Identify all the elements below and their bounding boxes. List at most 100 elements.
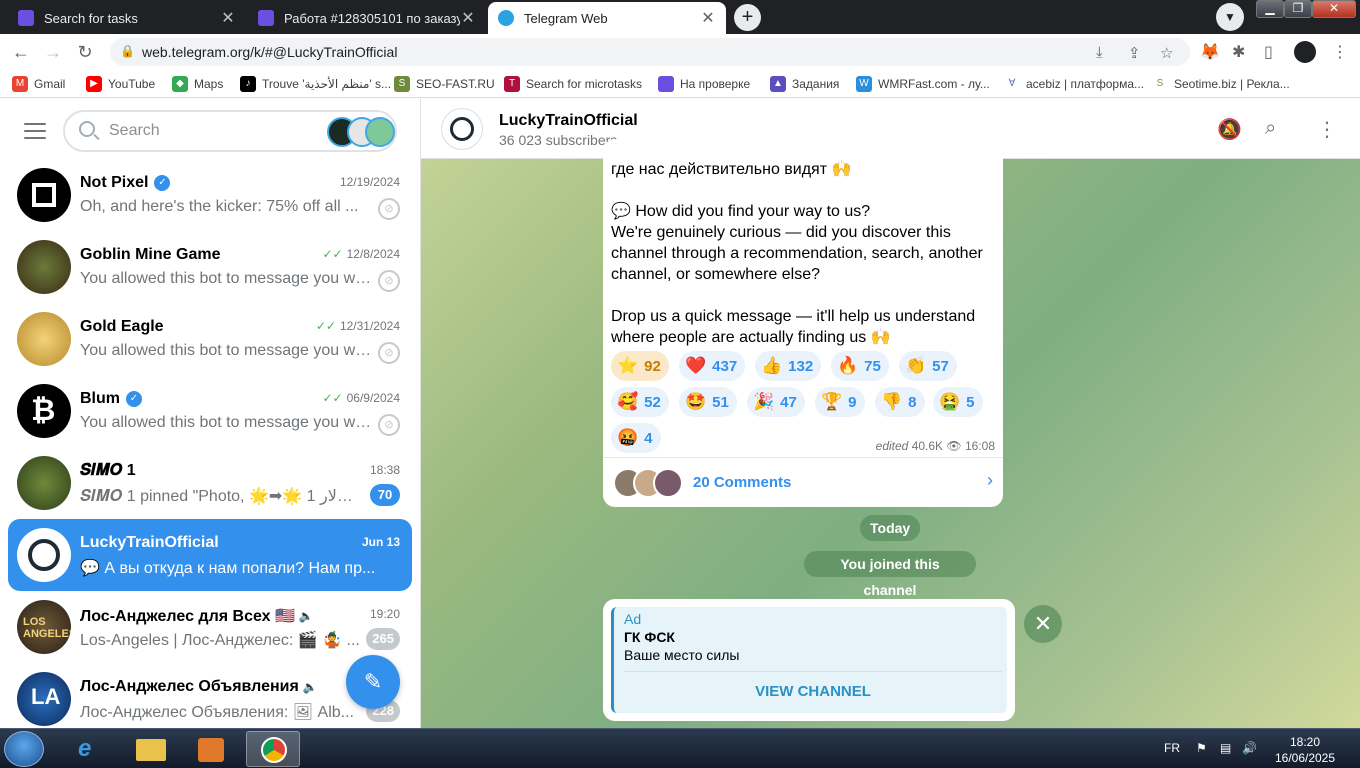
chat-item-luckytrain[interactable]: LuckyTrainOfficial Jun 13 💬 А вы откуда … [8,519,412,591]
story-avatar[interactable] [365,117,395,147]
system-clock[interactable]: 18:20 16/06/2025 [1270,734,1340,766]
reaction-trophy[interactable]: 🏆 9 [815,387,865,417]
side-panel-icon[interactable]: ▯ [1264,42,1273,62]
reaction-thumbs-down[interactable]: 👎 8 [875,387,925,417]
view-count: 40.6K [911,439,944,453]
post-cta: Drop us a quick message — it'll help us … [611,308,976,346]
bookmark-gmail[interactable]: M Gmail [12,75,65,93]
chat-date: 12/19/2024 [339,175,400,189]
reaction-angry[interactable]: 🤬 4 [611,423,661,453]
share-icon[interactable]: ⇪ [1128,44,1141,62]
chevron-right-icon[interactable]: › [987,470,993,491]
bookmark-acebiz[interactable]: ∀ acebiz | платформа... [1004,75,1144,93]
chat-name: Gold Eagle [80,318,164,335]
tab-close-icon[interactable]: ✕ [700,8,716,28]
pin-icon: ⊘ [378,270,400,292]
reaction-party[interactable]: 🎉 47 [747,387,805,417]
language-indicator[interactable]: FR [1164,741,1180,755]
ad-title: ГК ФСК [624,629,675,645]
start-button[interactable] [4,731,44,767]
post-meta: edited 40.6K 👁 16:08 [876,439,995,453]
bookmark-youtube[interactable]: ▶ YouTube [86,75,155,93]
date-separator: Today [860,515,920,541]
comments-count[interactable]: 20 Comments [693,474,791,491]
bookmark-maps[interactable]: ◆ Maps [172,75,223,93]
reaction-star-struck[interactable]: 🤩 51 [679,387,737,417]
chat-date: ✓✓ 12/8/2024 [322,247,401,261]
tab-telegram-web[interactable]: Telegram Web ✕ [488,2,726,34]
bookmark-trouve[interactable]: ♪ Trouve 'منظم الأحذية' s... [240,75,391,93]
network-flag-icon[interactable]: ⚑ [1196,741,1207,755]
reaction-love[interactable]: 🥰 52 [611,387,669,417]
browser-menu-icon[interactable]: ⋮ [1332,42,1348,62]
lock-icon[interactable]: 🔒 [120,44,135,58]
new-tab-button[interactable]: + [734,4,761,31]
reaction-vomit[interactable]: 🤮 5 [933,387,983,417]
tab-close-icon[interactable]: ✕ [220,8,236,28]
tab-favicon [258,10,274,26]
chat-name: Лос-Анджелес для Всех 🇺🇸 🔈 [80,608,314,625]
tab-work-order[interactable]: Работа #128305101 по заказу «Г ✕ [248,2,486,34]
metamask-extension-icon[interactable]: 🦊 [1200,42,1220,62]
close-ad-icon[interactable]: ✕ [1024,605,1062,643]
chat-item-gold-eagle[interactable]: Gold Eagle ✓✓ 12/31/2024 You allowed this… [8,303,412,375]
bookmark-seotime[interactable]: S Seotime.biz | Рекла... [1152,75,1290,93]
hamburger-menu-icon[interactable] [24,123,46,139]
sponsored-message: Ad ГК ФСК Ваше место силы VIEW CHANNEL [603,599,1015,721]
file-explorer-icon[interactable] [124,731,178,767]
chat-item-la-dlya-vseh[interactable]: LOS ANGELES Лос-Анджелес для Всех 🇺🇸 🔈 19:… [8,591,412,663]
chat-item-blum[interactable]: ₿ Blum ✓ ✓✓ 06/9/2024 You allowed this bot… [8,375,412,447]
network-icon[interactable]: ▤ [1220,741,1231,755]
search-icon[interactable]: ⌕ [1265,117,1276,140]
internet-explorer-icon[interactable]: e [64,731,118,767]
commenter-avatar [653,468,683,498]
subscriber-count: 36 023 subscribers [499,132,618,148]
minimize-button[interactable]: ▁ [1256,0,1284,18]
tab-close-icon[interactable]: ✕ [460,8,476,28]
volume-icon[interactable]: 🔊 [1242,741,1257,755]
verified-badge-icon: ✓ [126,391,142,407]
seo-fast-icon: S [394,76,410,92]
new-message-pencil-button[interactable]: ✎ [346,655,400,709]
bookmark-zadaniya[interactable]: ▲ Задания [770,75,839,93]
chrome-taskbar-icon[interactable] [246,731,300,767]
tab-search-chevron-icon[interactable]: ▼ [1216,3,1244,31]
ad-card[interactable]: Ad ГК ФСК Ваше место силы VIEW CHANNEL [611,607,1007,713]
url-text[interactable]: web.telegram.org/k/#@LuckyTrainOfficial [142,44,397,60]
browser-toolbar: ← → ↻ 🔒 web.telegram.org/k/#@LuckyTrainO… [0,34,1360,70]
reaction-star[interactable]: ⭐ 92 [611,351,669,381]
mute-bell-icon[interactable]: 🔕 [1217,117,1242,142]
more-menu-icon[interactable]: ⋮ [1317,117,1337,142]
back-arrow-icon[interactable]: ← [10,42,32,63]
reaction-thumbs-up[interactable]: 👍 132 [755,351,822,381]
bookmark-na-proverke[interactable]: На проверке [658,75,750,93]
chat-item-simo[interactable]: 𝑺𝑰𝑴𝑶 1 18:38 𝑺𝑰𝑴𝑶 1 pinned "Photo, 🌟➡🌟 د… [8,447,412,519]
bookmark-star-icon[interactable]: ☆ [1160,44,1173,62]
reaction-clap[interactable]: 👏 57 [899,351,957,381]
forward-arrow-icon[interactable]: → [42,42,64,63]
channel-avatar[interactable] [441,108,483,150]
profile-avatar[interactable] [1294,41,1316,63]
media-player-icon[interactable] [184,731,238,767]
search-input[interactable]: Search [63,110,397,152]
tab-search-for-tasks[interactable]: Search for tasks ✕ [8,2,246,34]
maximize-button[interactable]: ❐ [1284,0,1312,18]
reload-icon[interactable]: ↻ [74,42,96,63]
view-channel-button[interactable]: VIEW CHANNEL [624,683,1002,700]
reaction-heart[interactable]: ❤️ 437 [679,351,746,381]
bookmark-wmrfast[interactable]: W WMRFast.com - лу... [856,75,990,93]
seotime-icon: S [1152,76,1168,92]
chat-name: Лос-Анджелес Объявления 🔈 [80,678,318,695]
chat-item-not-pixel[interactable]: Not Pixel ✓ 12/19/2024 Oh, and here's the… [8,159,412,231]
chat-preview: 💬 А вы откуда к нам попали? Нам пр... [80,560,376,577]
chat-item-goblin-mine[interactable]: Goblin Mine Game ✓✓ 12/8/2024 You allowed… [8,231,412,303]
bookmark-microtasks[interactable]: T Search for microtasks [504,75,642,93]
channel-title[interactable]: LuckyTrainOfficial [499,112,638,130]
install-app-icon[interactable]: ⤓ [1096,44,1103,61]
reaction-fire[interactable]: 🔥 75 [831,351,889,381]
comments-bar[interactable]: 20 Comments › [603,457,1003,507]
address-bar[interactable]: 🔒 web.telegram.org/k/#@LuckyTrainOfficia… [110,38,1190,66]
bookmark-seo-fast[interactable]: S SEO-FAST.RU [394,75,495,93]
extensions-puzzle-icon[interactable]: ✱ [1232,42,1245,62]
close-window-button[interactable]: ✕ [1312,0,1356,18]
